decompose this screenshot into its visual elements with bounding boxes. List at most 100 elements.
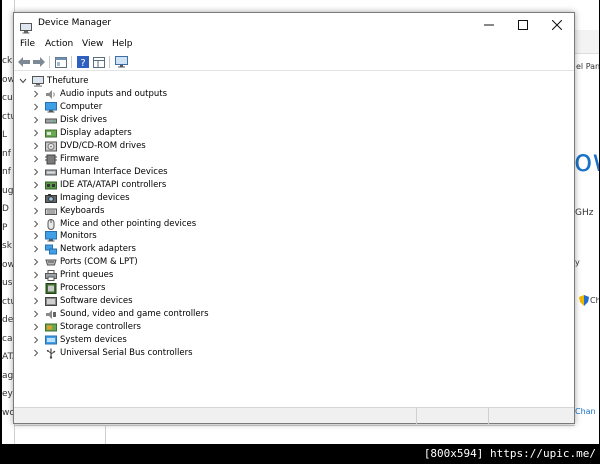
tree-node[interactable]: Monitors: [14, 230, 314, 243]
tree-node-label: Print queues: [60, 270, 114, 281]
menu-file[interactable]: File: [20, 39, 35, 49]
maximize-button[interactable]: [506, 13, 540, 37]
disk-drive-icon: [45, 115, 57, 126]
tree-node[interactable]: Ports (COM & LPT): [14, 256, 314, 269]
tree-node-label: System devices: [60, 335, 127, 346]
tree-node[interactable]: Disk drives: [14, 114, 314, 127]
background-text-fragment: nf: [2, 148, 11, 159]
chevron-right-icon[interactable]: [32, 270, 40, 280]
computer-icon: [32, 76, 44, 87]
tree-node[interactable]: Display adapters: [14, 127, 314, 140]
tree-node[interactable]: Network adapters: [14, 243, 314, 256]
back-arrow-icon[interactable]: [17, 56, 30, 68]
tree-node-label: Disk drives: [60, 114, 107, 125]
tree-node[interactable]: Human Interface Devices: [14, 166, 314, 179]
storage-controller-icon: [45, 322, 57, 333]
tree-root-node[interactable]: Thefuture: [14, 75, 314, 88]
chevron-right-icon[interactable]: [32, 322, 40, 332]
help-icon[interactable]: ?: [76, 56, 89, 68]
tree-node[interactable]: Imaging devices: [14, 192, 314, 205]
background-text-fragment: ug: [2, 185, 14, 196]
tree-node-label: Sound, video and game controllers: [60, 309, 209, 320]
tree-node[interactable]: Mice and other pointing devices: [14, 218, 314, 231]
monitor-scan-icon[interactable]: [115, 56, 128, 68]
screen-viewport: ckowcuctuLnfnfugDPskowusictudecaATAageyw…: [2, 0, 599, 444]
window-title: Device Manager: [38, 18, 112, 28]
keyboard-icon: [45, 206, 57, 217]
speaker-icon: [45, 89, 56, 100]
firmware-icon: [45, 154, 57, 165]
close-button[interactable]: [540, 13, 574, 37]
tree-node-label: Human Interface Devices: [60, 166, 168, 177]
chevron-right-icon[interactable]: [32, 257, 40, 267]
grid-view-icon[interactable]: [92, 56, 105, 68]
background-y-text: y: [575, 258, 580, 267]
chevron-right-icon[interactable]: [32, 309, 40, 319]
chevron-right-icon[interactable]: [32, 141, 40, 151]
device-manager-app-icon: [20, 19, 32, 34]
background-divider: [105, 426, 106, 444]
tree-node[interactable]: Processors: [14, 282, 314, 295]
toolbar-separator: [49, 56, 50, 68]
port-icon: [45, 257, 57, 268]
chevron-right-icon[interactable]: [32, 244, 40, 254]
background-taskbar-strip: [15, 425, 575, 444]
minimize-button[interactable]: [472, 13, 506, 37]
chevron-right-icon[interactable]: [32, 167, 40, 177]
tree-node-label: Firmware: [60, 153, 99, 164]
dvd-drive-icon: [45, 141, 57, 152]
tree-node[interactable]: Print queues: [14, 269, 314, 282]
chevron-right-icon[interactable]: [32, 219, 40, 229]
chevron-right-icon[interactable]: [32, 348, 40, 358]
chevron-right-icon[interactable]: [32, 102, 40, 112]
status-bar-divider: [416, 408, 417, 424]
tree-node[interactable]: Firmware: [14, 153, 314, 166]
chevron-right-icon[interactable]: [32, 128, 40, 138]
device-manager-window: Device Manager File Action View Help ? T…: [13, 12, 575, 424]
tree-node[interactable]: Computer: [14, 101, 314, 114]
chevron-right-icon[interactable]: [32, 115, 40, 125]
tree-node-label: Ports (COM & LPT): [60, 257, 138, 268]
tree-node[interactable]: DVD/CD-ROM drives: [14, 140, 314, 153]
title-bar[interactable]: Device Manager: [14, 13, 574, 37]
background-text-fragment: ey: [2, 389, 13, 399]
tree-node[interactable]: Software devices: [14, 295, 314, 308]
menu-action[interactable]: Action: [45, 39, 73, 49]
tree-node[interactable]: Keyboards: [14, 205, 314, 218]
background-text-fragment: L: [2, 130, 8, 140]
tree-node[interactable]: Storage controllers: [14, 321, 314, 334]
chevron-right-icon[interactable]: [32, 206, 40, 216]
image-watermark: [800x594] https://upic.me/: [0, 444, 600, 464]
monitor-icon: [45, 101, 57, 113]
tree-node[interactable]: Universal Serial Bus controllers: [14, 347, 314, 360]
tree-node-label: IDE ATA/ATAPI controllers: [60, 179, 167, 190]
chevron-right-icon[interactable]: [32, 231, 40, 241]
tree-node-label: Audio inputs and outputs: [60, 89, 168, 99]
tree-node[interactable]: Audio inputs and outputs: [14, 88, 314, 101]
tree-node[interactable]: Sound, video and game controllers: [14, 308, 314, 321]
background-header-strip: [574, 30, 599, 54]
tree-node-label: Software devices: [60, 296, 133, 307]
chevron-right-icon[interactable]: [32, 193, 40, 203]
tree-node[interactable]: System devices: [14, 334, 314, 347]
properties-icon[interactable]: [54, 56, 67, 68]
background-text-fragment: ck: [2, 56, 13, 66]
chevron-right-icon[interactable]: [32, 283, 40, 293]
background-shield-text: Ch: [590, 296, 599, 305]
mouse-icon: [45, 218, 56, 230]
chevron-right-icon[interactable]: [32, 180, 40, 190]
menu-help[interactable]: Help: [112, 39, 133, 49]
device-tree[interactable]: Thefuture Audio inputs and outputs Comput…: [14, 73, 574, 407]
chevron-right-icon[interactable]: [32, 89, 40, 99]
chevron-right-icon[interactable]: [32, 335, 40, 345]
tree-node[interactable]: IDE ATA/ATAPI controllers: [14, 179, 314, 192]
chevron-right-icon[interactable]: [32, 296, 40, 306]
forward-arrow-icon[interactable]: [32, 56, 45, 68]
background-text-fragment: sk: [2, 241, 12, 251]
background-text-fragment: ag: [2, 370, 14, 381]
background-text-fragment: D: [2, 204, 9, 214]
chevron-right-icon[interactable]: [32, 154, 40, 164]
chevron-down-icon[interactable]: [19, 76, 27, 86]
menu-view[interactable]: View: [82, 39, 103, 49]
tree-node-label: Computer: [60, 101, 103, 112]
